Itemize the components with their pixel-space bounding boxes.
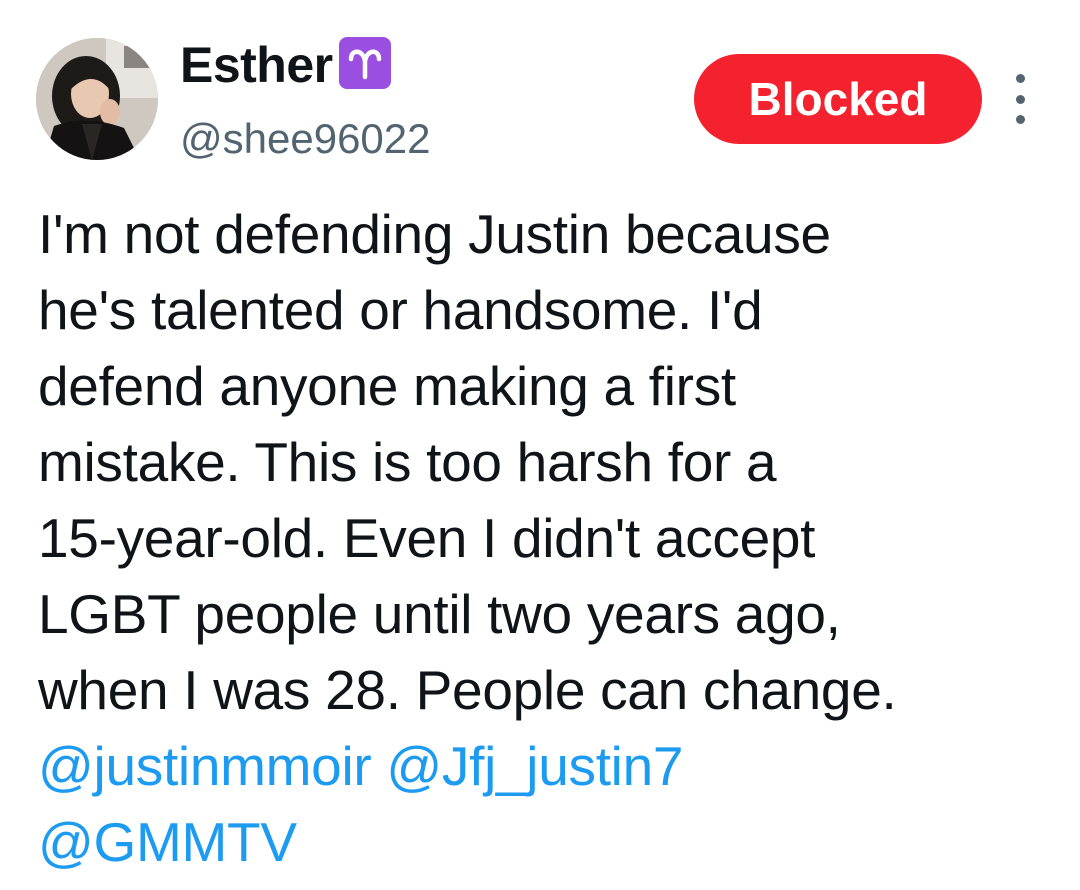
tweet-line: mistake. This is too harsh for a: [38, 431, 777, 493]
avatar-image: [36, 38, 158, 160]
tweet-line: he's talented or handsome. I'd: [38, 279, 763, 341]
tweet-text: I'm not defending Justin because he's ta…: [38, 196, 1058, 880]
more-dot: [1015, 94, 1025, 104]
more-vertical-icon[interactable]: [1006, 74, 1034, 124]
name-row: Esther: [180, 34, 391, 96]
mentions-line: @justinmmoir @Jfj_justin7: [38, 728, 1058, 804]
tweet-line: when I was 28. People can change.: [38, 659, 897, 721]
more-dot: [1015, 74, 1025, 83]
mention-link[interactable]: @justinmmoir: [38, 735, 372, 797]
tweet-line: I'm not defending Justin because: [38, 203, 831, 265]
blocked-button[interactable]: Blocked: [694, 54, 982, 144]
user-handle[interactable]: @shee96022: [180, 118, 431, 160]
mention-link[interactable]: @Jfj_justin7: [386, 735, 683, 797]
more-dot: [1015, 115, 1025, 124]
display-name[interactable]: Esther: [180, 40, 333, 90]
tweet-card: Esther @shee96022 Blocked I'm not defend…: [0, 0, 1080, 890]
aries-icon: [338, 37, 391, 89]
tweet-line: defend anyone making a first: [38, 355, 736, 417]
mention-link[interactable]: @GMMTV: [38, 811, 297, 873]
mentions-line: @GMMTV: [38, 804, 1058, 880]
avatar[interactable]: [36, 38, 158, 160]
tweet-line: 15-year-old. Even I didn't accept: [38, 507, 816, 569]
tweet-line: LGBT people until two years ago,: [38, 583, 841, 645]
